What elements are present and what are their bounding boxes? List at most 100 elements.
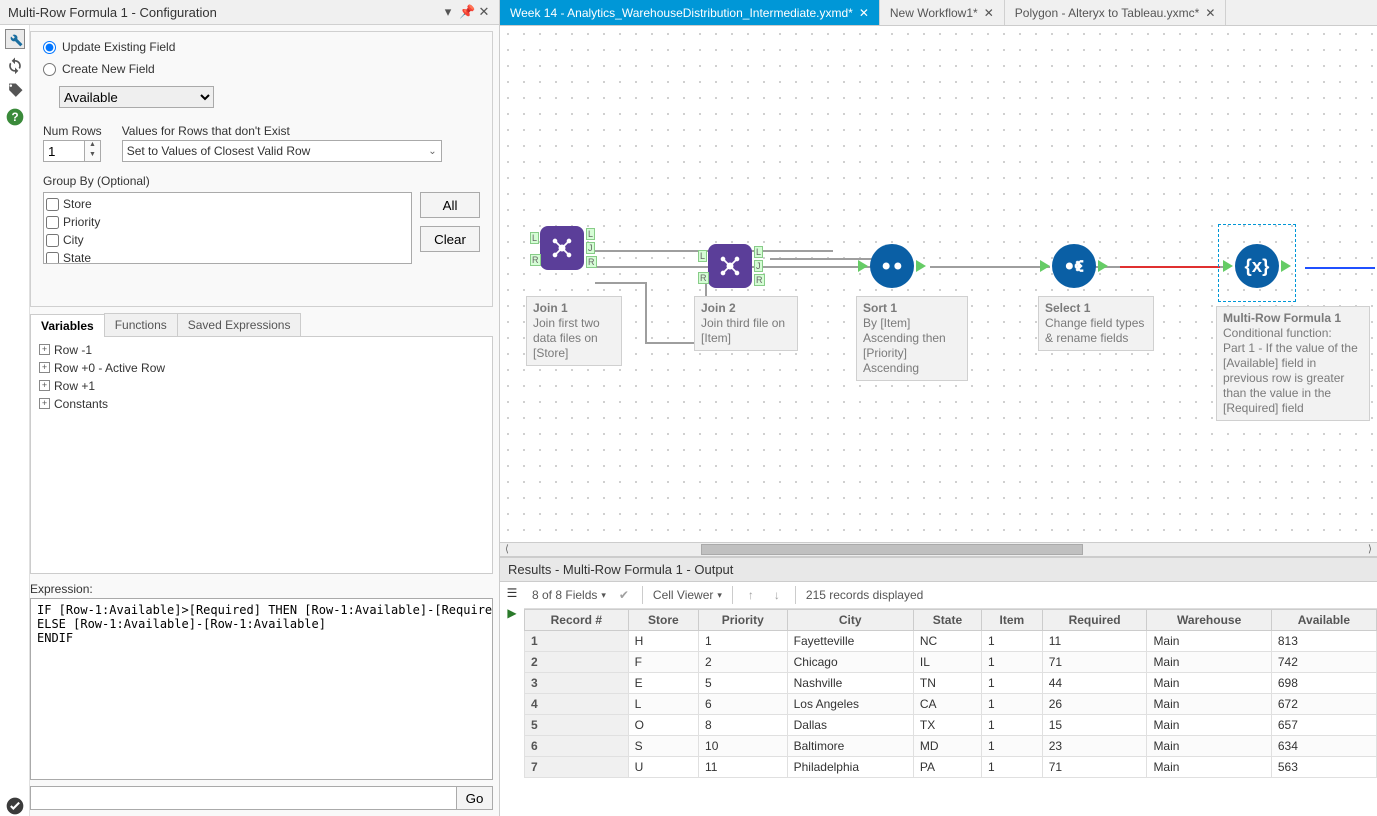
- groupby-item-label: Priority: [63, 215, 100, 229]
- expand-icon[interactable]: +: [39, 380, 50, 391]
- column-header[interactable]: Available: [1271, 610, 1376, 631]
- variables-tree[interactable]: +Row -1+Row +0 - Active Row+Row +1+Const…: [30, 337, 493, 575]
- results-grid[interactable]: Record #StorePriorityCityStateItemRequir…: [524, 609, 1377, 778]
- table-cell: 657: [1271, 715, 1376, 736]
- table-row[interactable]: 1H1FayettevilleNC111Main813: [525, 631, 1377, 652]
- tool-join2[interactable]: L R L J R: [708, 244, 752, 288]
- close-icon[interactable]: ✕: [477, 4, 491, 20]
- table-cell: E: [628, 673, 698, 694]
- table-cell: Fayetteville: [787, 631, 913, 652]
- tree-node[interactable]: +Row +0 - Active Row: [39, 359, 484, 377]
- document-tab[interactable]: New Workflow1*✕: [880, 0, 1005, 25]
- chevron-down-icon: ⌄: [428, 146, 436, 157]
- tool-select1[interactable]: [1052, 244, 1096, 288]
- groupby-checkbox[interactable]: [46, 252, 59, 265]
- workflow-canvas[interactable]: L R L J R Join 1Join first two data file…: [500, 26, 1377, 542]
- table-cell: 8: [699, 715, 788, 736]
- tree-node[interactable]: +Row -1: [39, 341, 484, 359]
- table-row[interactable]: 6S10BaltimoreMD123Main634: [525, 736, 1377, 757]
- dropdown-icon[interactable]: ▾: [441, 4, 455, 20]
- field-select[interactable]: Available: [59, 86, 214, 108]
- document-tab[interactable]: Week 14 - Analytics_WarehouseDistributio…: [500, 0, 880, 25]
- expand-icon[interactable]: +: [39, 398, 50, 409]
- table-cell: Main: [1147, 736, 1271, 757]
- expression-editor[interactable]: IF [Row-1:Available]>[Required] THEN [Ro…: [30, 598, 493, 780]
- scroll-thumb[interactable]: [701, 544, 1083, 555]
- groupby-checkbox[interactable]: [46, 234, 59, 247]
- column-header[interactable]: Item: [982, 610, 1043, 631]
- radio-create-input[interactable]: [43, 63, 56, 76]
- tab-close-icon[interactable]: ✕: [1205, 6, 1215, 20]
- column-header[interactable]: State: [913, 610, 981, 631]
- check-icon[interactable]: ✔: [616, 587, 632, 603]
- groupby-item[interactable]: Store: [46, 195, 409, 213]
- tab-variables[interactable]: Variables: [30, 314, 105, 337]
- valuesrow-select[interactable]: Set to Values of Closest Valid Row ⌄: [122, 140, 442, 162]
- list-view-icon[interactable]: ☰: [502, 584, 522, 602]
- config-title: Multi-Row Formula 1 - Configuration: [8, 5, 217, 20]
- numrows-stepper[interactable]: ▲▼: [43, 140, 101, 162]
- config-panel-header: Multi-Row Formula 1 - Configuration ▾ 📌 …: [0, 0, 499, 25]
- column-header[interactable]: Record #: [525, 610, 629, 631]
- canvas-hscrollbar[interactable]: ⟨ ⟩: [500, 542, 1377, 556]
- tag-icon[interactable]: [5, 81, 25, 101]
- tool-multirow-formula[interactable]: {x}: [1235, 244, 1279, 288]
- groupby-clear-button[interactable]: Clear: [420, 226, 480, 252]
- help-icon[interactable]: ?: [5, 107, 25, 127]
- go-input[interactable]: [30, 786, 457, 810]
- go-button[interactable]: Go: [457, 786, 493, 810]
- tab-functions[interactable]: Functions: [104, 313, 178, 336]
- column-header[interactable]: City: [787, 610, 913, 631]
- table-cell: 1: [982, 652, 1043, 673]
- tab-saved-expressions[interactable]: Saved Expressions: [177, 313, 302, 336]
- table-cell: S: [628, 736, 698, 757]
- groupby-item[interactable]: State: [46, 249, 409, 264]
- results-left-rail: ☰ ▶: [500, 582, 524, 816]
- column-header[interactable]: Warehouse: [1147, 610, 1271, 631]
- tree-node[interactable]: +Row +1: [39, 377, 484, 395]
- table-row[interactable]: 2F2ChicagoIL171Main742: [525, 652, 1377, 673]
- spinner-up-icon[interactable]: ▲: [85, 141, 100, 151]
- groupby-checkbox[interactable]: [46, 216, 59, 229]
- document-tab[interactable]: Polygon - Alteryx to Tableau.yxmc*✕: [1005, 0, 1227, 25]
- fields-dropdown[interactable]: 8 of 8 Fields▾: [532, 588, 606, 602]
- apply-icon[interactable]: [5, 796, 25, 816]
- annotation-select1: Select 1Change field types & rename fiel…: [1038, 296, 1154, 351]
- expand-icon[interactable]: +: [39, 344, 50, 355]
- groupby-item[interactable]: Priority: [46, 213, 409, 231]
- cellviewer-dropdown[interactable]: Cell Viewer▾: [653, 588, 722, 602]
- tab-close-icon[interactable]: ✕: [859, 6, 869, 20]
- groupby-list[interactable]: Store Priority CityState: [43, 192, 412, 264]
- scroll-right-icon[interactable]: ⟩: [1363, 544, 1377, 555]
- column-header[interactable]: Priority: [699, 610, 788, 631]
- expand-icon[interactable]: +: [39, 362, 50, 373]
- table-row[interactable]: 5O8DallasTX115Main657: [525, 715, 1377, 736]
- sort-desc-icon[interactable]: ↓: [769, 587, 785, 603]
- scroll-left-icon[interactable]: ⟨: [500, 544, 514, 555]
- spinner-down-icon[interactable]: ▼: [85, 151, 100, 161]
- db-view-icon[interactable]: ▶: [502, 604, 522, 622]
- table-cell: 3: [525, 673, 629, 694]
- refresh-icon[interactable]: [5, 55, 25, 75]
- radio-update-input[interactable]: [43, 41, 56, 54]
- table-row[interactable]: 4L6Los AngelesCA126Main672: [525, 694, 1377, 715]
- groupby-all-button[interactable]: All: [420, 192, 480, 218]
- numrows-input[interactable]: [44, 141, 84, 161]
- pin-icon[interactable]: 📌: [459, 4, 473, 20]
- wrench-icon[interactable]: [5, 29, 25, 49]
- sort-asc-icon[interactable]: ↑: [743, 587, 759, 603]
- groupby-checkbox[interactable]: [46, 198, 59, 211]
- records-count: 215 records displayed: [806, 588, 923, 602]
- tool-join1[interactable]: L R L J R: [540, 226, 584, 270]
- table-row[interactable]: 3E5NashvilleTN144Main698: [525, 673, 1377, 694]
- tree-node[interactable]: +Constants: [39, 395, 484, 413]
- groupby-item[interactable]: City: [46, 231, 409, 249]
- tool-sort1[interactable]: [870, 244, 914, 288]
- table-row[interactable]: 7U11PhiladelphiaPA171Main563: [525, 757, 1377, 778]
- column-header[interactable]: Required: [1042, 610, 1147, 631]
- table-cell: 10: [699, 736, 788, 757]
- radio-create-new[interactable]: Create New Field: [43, 62, 480, 76]
- tab-close-icon[interactable]: ✕: [984, 6, 994, 20]
- radio-update-existing[interactable]: Update Existing Field: [43, 40, 480, 54]
- column-header[interactable]: Store: [628, 610, 698, 631]
